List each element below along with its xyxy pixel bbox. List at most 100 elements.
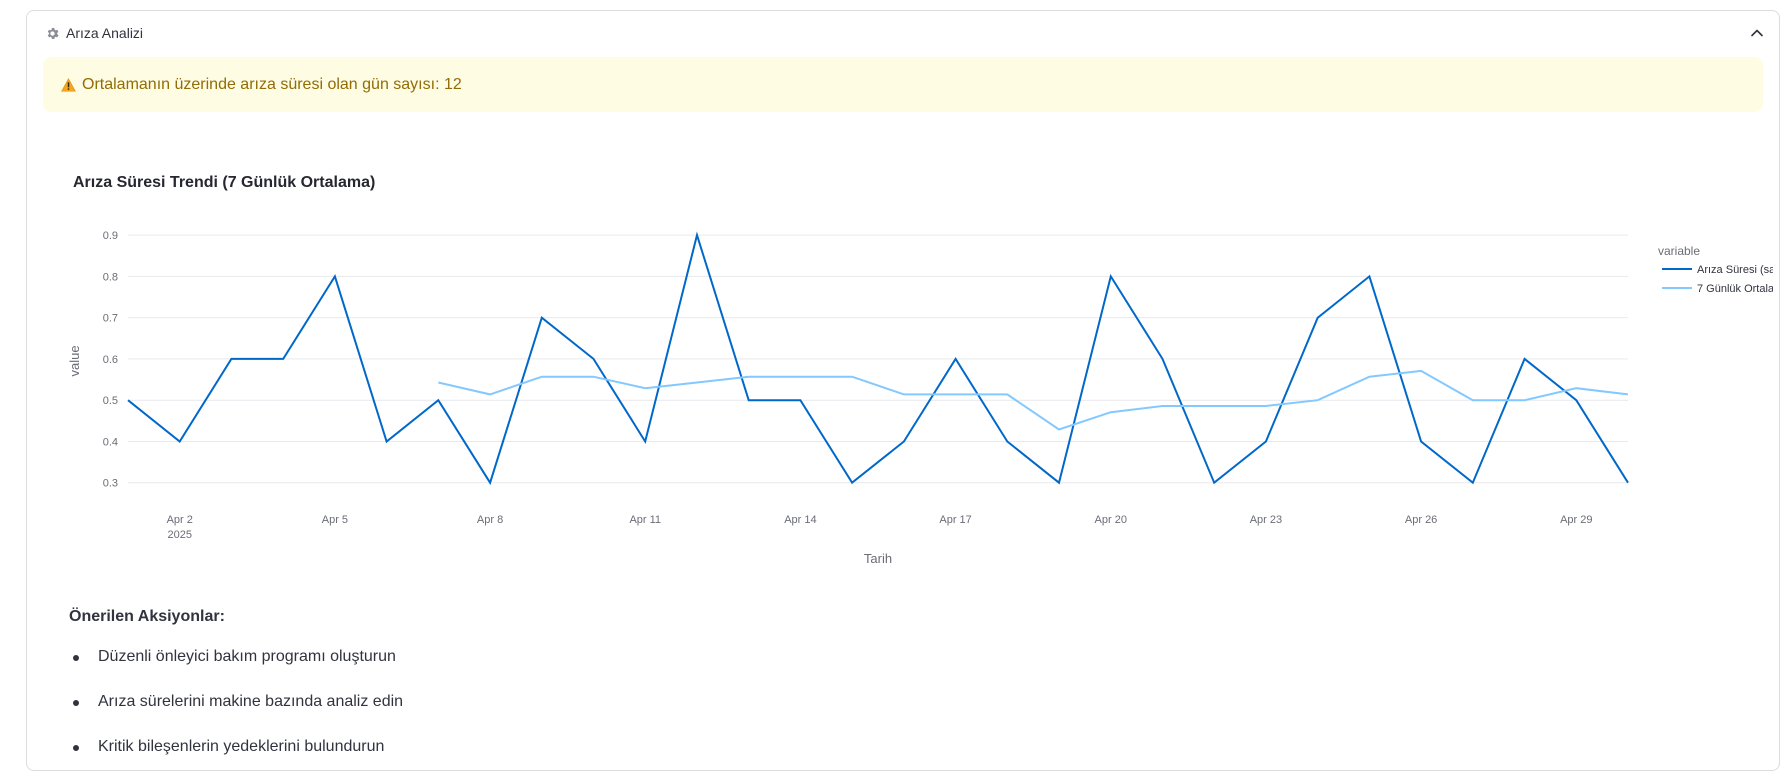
data-point (177, 438, 183, 444)
action-text: Düzenli önleyici bakım programı oluşturu… (98, 648, 396, 665)
data-point (953, 356, 959, 362)
data-point (1263, 438, 1269, 444)
warning-text: Ortalamanın üzerinde arıza süresi olan g… (82, 75, 462, 93)
gear-icon (47, 27, 59, 39)
data-point (1004, 438, 1010, 444)
x-tick-label: Apr 8 (477, 514, 503, 526)
data-point (487, 391, 493, 397)
data-point (1366, 273, 1372, 279)
data-point (1159, 356, 1165, 362)
y-tick-label: 0.6 (103, 354, 118, 366)
list-item: Düzenli önleyici bakım programı oluşturu… (69, 647, 403, 692)
data-point (797, 397, 803, 403)
data-point (1470, 480, 1476, 486)
x-tick-label: Apr 26 (1405, 514, 1437, 526)
data-point (797, 374, 803, 380)
data-point (1004, 391, 1010, 397)
y-tick-label: 0.4 (103, 436, 118, 448)
data-point (591, 356, 597, 362)
y-axis-label: value (67, 345, 82, 376)
data-point (1522, 397, 1528, 403)
chart-gridlines (128, 234, 1628, 484)
y-tick-label: 0.7 (103, 313, 118, 325)
chart-legend: variable Arıza Süresi (saat) 7 Günlük Ort… (1658, 244, 1773, 295)
data-point (1573, 397, 1579, 403)
x-tick-label: Apr 5 (322, 514, 348, 526)
data-point (1470, 397, 1476, 403)
x-axis-label: Tarih (864, 551, 892, 566)
data-point (1211, 403, 1217, 409)
data-point (901, 438, 907, 444)
data-point (642, 438, 648, 444)
data-point (1418, 438, 1424, 444)
bullet (73, 745, 79, 751)
action-text: Kritik bileşenlerin yedeklerini bulundur… (98, 738, 385, 755)
data-point (694, 379, 700, 385)
x-tick-label: Apr 20 (1095, 514, 1127, 526)
data-point (1056, 427, 1062, 433)
data-point (1522, 356, 1528, 362)
data-point (125, 397, 131, 403)
actions-title: Önerilen Aksiyonlar: (69, 608, 225, 625)
data-point (746, 397, 752, 403)
data-point (591, 374, 597, 380)
y-tick-label: 0.5 (103, 395, 118, 407)
x-axis-ticks: Apr 2 2025 Apr 5 Apr 8 Apr 11 Apr 14 Apr 17 Apr… (167, 514, 1593, 541)
data-point (1315, 397, 1321, 403)
x-tick-label: Apr 23 (1250, 514, 1282, 526)
data-point (1315, 315, 1321, 321)
y-tick-label: 0.8 (103, 271, 118, 283)
action-text: Arıza sürelerini makine bazında analiz e… (98, 693, 404, 710)
list-item: Arıza sürelerini makine bazında analiz e… (69, 692, 403, 737)
data-point (1625, 480, 1631, 486)
data-point (1418, 368, 1424, 374)
data-point (849, 480, 855, 486)
data-point (435, 379, 441, 385)
downtime-trend-chart: 0.3 0.4 0.5 0.6 0.7 0.8 0.9 Apr 2 2025 Apr 5 Apr … (67, 230, 1773, 566)
data-point (901, 391, 907, 397)
chevron-up-icon[interactable] (1749, 25, 1765, 41)
y-axis-ticks: 0.3 0.4 0.5 0.6 0.7 0.8 0.9 (103, 230, 118, 490)
data-point (953, 391, 959, 397)
warning-icon (61, 77, 76, 92)
data-point (539, 315, 545, 321)
x-tick-label: Apr 17 (939, 514, 971, 526)
data-point (642, 385, 648, 391)
bullet (73, 655, 79, 661)
bullet (73, 700, 79, 706)
data-point (487, 480, 493, 486)
data-point (332, 273, 338, 279)
expander-header[interactable]: Arıza Analizi (27, 11, 1779, 55)
x-tick-sublabel: 2025 (167, 529, 191, 541)
y-tick-label: 0.9 (103, 230, 118, 242)
data-point (1625, 391, 1631, 397)
data-point (1056, 480, 1062, 486)
legend-item-label[interactable]: 7 Günlük Ortalama (1697, 283, 1773, 295)
data-point (1573, 385, 1579, 391)
data-point (1366, 374, 1372, 380)
data-point (746, 374, 752, 380)
x-tick-label: Apr 11 (629, 514, 661, 526)
data-point (1159, 403, 1165, 409)
y-tick-label: 0.3 (103, 478, 118, 490)
data-point (384, 438, 390, 444)
chart-title: Arıza Süresi Trendi (7 Günlük Ortalama) (73, 174, 376, 191)
data-point (1108, 409, 1114, 415)
data-point (849, 374, 855, 380)
data-point (228, 356, 234, 362)
data-point (1108, 273, 1114, 279)
x-tick-label: Apr 29 (1560, 514, 1592, 526)
data-point (280, 356, 286, 362)
list-item: Kritik bileşenlerin yedeklerini bulundur… (69, 737, 403, 782)
expander-title: Arıza Analizi (66, 25, 144, 41)
warning-alert: Ortalamanın üzerinde arıza süresi olan g… (43, 57, 1763, 112)
data-point (1211, 480, 1217, 486)
data-point (435, 397, 441, 403)
x-tick-label: Apr 2 (167, 514, 193, 526)
actions-list: Düzenli önleyici bakım programı oluşturu… (69, 647, 403, 782)
expander-ariza-analizi: Arıza Analizi Ortalamanın üzerinde arıza… (26, 10, 1780, 771)
data-point (694, 232, 700, 238)
legend-item-label[interactable]: Arıza Süresi (saat) (1697, 264, 1773, 276)
data-point (539, 374, 545, 380)
legend-title: variable (1658, 244, 1700, 258)
